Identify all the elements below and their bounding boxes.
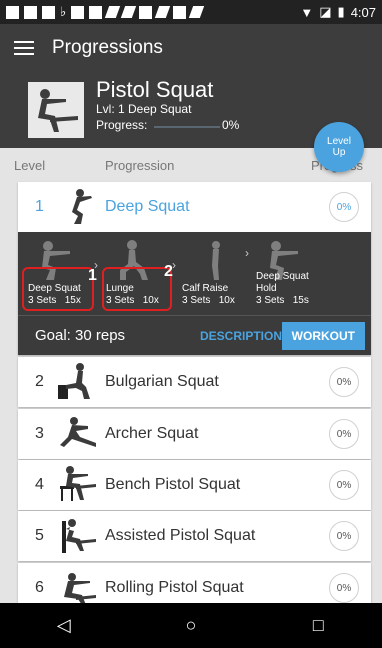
home-button[interactable]: ○ [171,615,211,636]
hamburger-menu-icon[interactable] [14,41,34,55]
step-name: Deep Squat [256,271,309,282]
level-up-button[interactable]: Level Up [314,122,364,172]
progression-row-3[interactable]: 3 Archer Squat 0% [18,409,371,459]
progression-name: Bulgarian Squat [105,373,219,390]
step-name-line2: Hold [256,283,277,294]
progression-name: Archer Squat [105,425,199,442]
notification-icon: ♭ [60,4,67,19]
calf-raise-step-icon [212,241,220,280]
slash-icon [120,6,137,18]
signal-icon: ◪ [319,4,332,19]
progression-row-4[interactable]: 4 Bench Pistol Squat 0% [18,460,371,510]
bulgarian-squat-icon [58,363,90,399]
exercise-level: Lvl: 1 Deep Squat [96,102,192,116]
slash-icon [104,6,121,18]
progress-label: Progress: [96,118,148,132]
status-time: 4:07 [350,4,376,20]
progression-column-header: Progression [105,158,175,173]
chevron-right-icon: › [245,246,249,260]
progression-level-number: 2 [35,373,44,390]
progression-card-5[interactable]: 5 Assisted Pistol Squat 0% [18,511,371,561]
progress-circle: 0% [329,470,359,500]
square-icon [71,5,85,19]
annotation-badge-1: 1 [88,267,97,284]
progression-level-number: 4 [35,476,44,493]
progression-name: Assisted Pistol Squat [105,527,256,544]
app-bar: Progressions [0,24,382,72]
exercise-name: Pistol Squat [96,77,214,102]
assisted-pistol-squat-icon [62,519,96,553]
progress-circle: 0% [329,573,359,603]
square-icon [89,5,103,19]
workout-step-4[interactable]: Deep Squat Hold 3 Sets 15s [252,232,342,315]
highlight-box-2 [102,267,172,311]
navigation-bar: ◁ ○ □ [0,603,382,648]
description-button[interactable]: DESCRIPTION [200,329,282,343]
back-button[interactable]: ◁ [44,615,84,636]
progression-card-3[interactable]: 3 Archer Squat 0% [18,409,371,459]
workout-button[interactable]: WORKOUT [281,322,365,350]
progress-percent: 0% [222,118,240,132]
pistol-squat-figure-icon [28,82,84,138]
recents-button[interactable]: □ [298,615,338,636]
archer-squat-icon [60,417,96,447]
progression-card-4[interactable]: 4 Bench Pistol Squat 0% [18,460,371,510]
progress-circle: 0% [329,521,359,551]
flipboard-icon [24,5,37,19]
rolling-pistol-squat-icon [64,573,96,605]
progression-level-number: 1 [35,198,44,215]
workout-steps-panel: Deep Squat 3 Sets 15x › Lunge 3 Sets 10x… [18,232,371,315]
progression-level-number: 6 [35,579,44,596]
goal-bar: Goal: 30 reps DESCRIPTION WORKOUT [18,315,371,355]
annotation-badge-2: 2 [164,263,173,280]
progression-level-number: 5 [35,527,44,544]
progress-circle: 0% [329,192,359,222]
status-bar: ♭ ▼ ◪ ▮ 4:07 [0,0,382,24]
deep-squat-icon [72,189,92,224]
progression-name: Bench Pistol Squat [105,476,241,493]
square-icon [173,5,187,19]
battery-icon: ▮ [337,4,345,19]
chat-icon [6,5,19,19]
progression-row-1[interactable]: 1 Deep Squat 0% [18,182,371,232]
progression-name: Deep Squat [105,198,190,215]
progression-row-5[interactable]: 5 Assisted Pistol Squat 0% [18,511,371,561]
highlight-box-1 [22,267,94,311]
progress-bar [154,126,220,128]
level-up-line1: Level [327,136,351,147]
level-column-header: Level [14,158,46,173]
progression-level-number: 3 [35,425,44,442]
file-icon [42,5,55,19]
progress-circle: 0% [329,367,359,397]
app-title: Progressions [52,37,163,58]
square-icon [139,5,153,19]
progress-circle: 0% [329,419,359,449]
slash-icon [188,6,205,18]
progression-card-2[interactable]: 2 Bulgarian Squat 0% [18,357,371,407]
progression-row-2[interactable]: 2 Bulgarian Squat 0% [18,357,371,407]
workout-step-3[interactable]: Calf Raise 3 Sets 10x [178,232,254,315]
level-up-line2: Up [332,147,346,158]
bench-pistol-squat-icon [60,466,96,501]
progression-card-1[interactable]: 1 Deep Squat 0% Deep Squat 3 Sets 15x › … [18,182,371,355]
slash-icon [154,6,171,18]
progression-name: Rolling Pistol Squat [105,579,244,596]
goal-text: Goal: 30 reps [35,327,126,344]
step-name: Calf Raise [182,283,229,294]
step-sets: 3 Sets 10x [182,295,235,306]
step-sets: 3 Sets 15s [256,295,309,306]
wifi-icon: ▼ [300,4,314,20]
